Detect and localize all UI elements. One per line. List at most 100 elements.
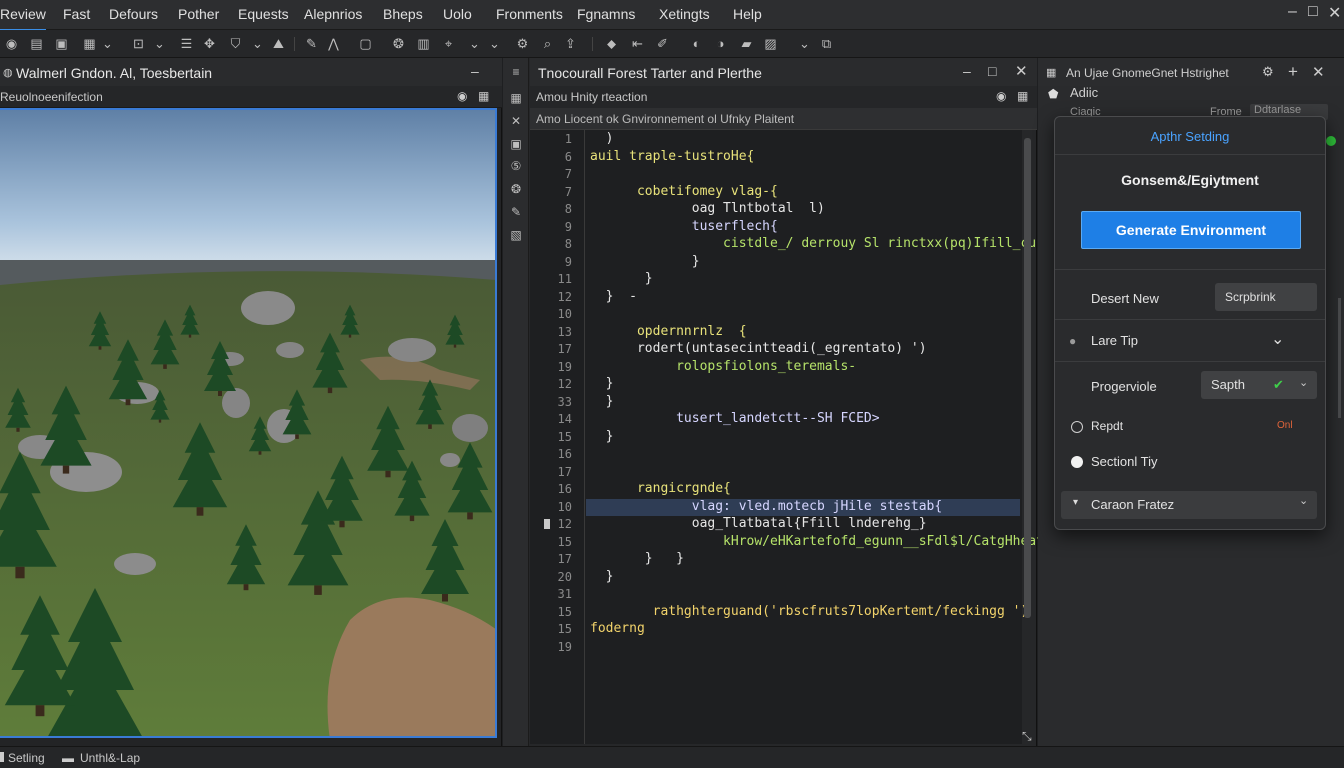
editor-scrollbar[interactable] (1024, 138, 1031, 618)
settings-icon[interactable]: ⚙ (1262, 64, 1274, 80)
transform-icon[interactable]: ✥ (202, 36, 217, 51)
paint-icon[interactable]: ❂ (509, 182, 523, 196)
inspector-field-text: Ddtarlase (1254, 104, 1302, 116)
wand-icon[interactable]: ✐ (655, 36, 670, 51)
section-radio[interactable] (1071, 456, 1083, 468)
tree-icon[interactable]: ⇪ (563, 36, 578, 51)
scene-tab[interactable]: ◍ Walmerl Gndon. Al, Toesbertain – (0, 58, 502, 86)
line-number: 10 (557, 499, 572, 514)
window-icon[interactable]: ▣ (509, 137, 523, 151)
folder-icon[interactable]: ▰ (739, 36, 754, 51)
close-icon[interactable]: ✕ (1015, 62, 1028, 80)
inspector-title: An Ujae GnomeGnet Hstrighet (1066, 66, 1229, 80)
light-icon[interactable]: ◑ (713, 36, 728, 51)
line-number: 8 (564, 237, 572, 251)
number-icon[interactable]: ⑤ (509, 159, 523, 173)
bookmark-icon: ⬟ (1048, 87, 1059, 101)
folder-icon: ▬ (62, 751, 74, 765)
table-icon[interactable]: ▥ (416, 36, 431, 51)
generate-environment-button[interactable]: Generate Environment (1081, 211, 1301, 249)
menu-uolo[interactable]: Uolo (443, 6, 472, 22)
lare-row[interactable]: ● Lare Tip ⌄ (1055, 319, 1325, 361)
mountain-icon[interactable]: ⋀ (326, 36, 341, 51)
progress-value: Sapth (1211, 377, 1245, 392)
shield-icon[interactable]: ⛉ (228, 36, 243, 51)
paint-icon[interactable]: ❂ (391, 36, 406, 51)
maximize-panel-icon[interactable]: □ (988, 63, 996, 79)
grid-icon[interactable]: ▦ (478, 89, 489, 103)
report-row[interactable]: Repdt Onl (1055, 411, 1325, 447)
progress-select[interactable]: Sapth ✔ ⌄ (1201, 371, 1317, 399)
chevron-down-icon[interactable]: ⌄ (797, 36, 812, 51)
add-icon[interactable]: + (1288, 62, 1298, 82)
grid-icon[interactable]: ▦ (82, 36, 97, 51)
chevron-down-icon[interactable]: ⌄ (1271, 329, 1284, 349)
image-icon[interactable]: ▨ (763, 36, 778, 51)
breakpoint-marker[interactable] (544, 519, 550, 529)
step-icon[interactable]: ⇤ (630, 36, 645, 51)
menu-help[interactable]: Help (733, 6, 762, 22)
report-radio[interactable] (1071, 421, 1083, 433)
search-icon[interactable]: ⌕ (540, 36, 555, 51)
gizmo-icon[interactable]: ◉ (457, 89, 467, 103)
chevron-down-icon[interactable]: ⌄ (152, 36, 167, 51)
chevron-down-icon[interactable]: ⌄ (250, 36, 265, 51)
code-line: } (590, 253, 700, 269)
terrain-icon[interactable]: ⛰ (271, 36, 286, 51)
menu-fgnamns[interactable]: Fgnamns (577, 6, 635, 22)
menu-review[interactable]: Review (0, 6, 46, 31)
desert-field[interactable]: Scrpbrink (1215, 283, 1317, 311)
menu-pother[interactable]: Pother (178, 6, 219, 22)
layers-icon[interactable]: ▤ (29, 36, 44, 51)
menu-bheps[interactable]: Bheps (383, 6, 423, 22)
menu-icon[interactable]: ≡ (509, 65, 523, 79)
maximize-icon[interactable]: □ (1308, 3, 1318, 21)
camera-icon[interactable]: ◐ (689, 36, 704, 51)
scene-viewport[interactable] (0, 108, 497, 738)
pointer-icon[interactable]: ⌖ (441, 36, 456, 51)
dialog-title: Apthr Setding (1150, 129, 1230, 144)
play-icon[interactable]: ⬥ (604, 36, 619, 51)
minimize-panel-icon[interactable]: – (963, 63, 971, 79)
menu-defours[interactable]: Defours (109, 6, 158, 22)
record-icon[interactable]: ◉ (4, 36, 19, 51)
menu-fronments[interactable]: Fronments (496, 6, 563, 22)
layers-icon[interactable]: ▧ (509, 228, 523, 242)
menu-xetingts[interactable]: Xetingts (659, 6, 710, 22)
grid-icon[interactable]: ▦ (509, 91, 523, 105)
chevron-down-icon[interactable]: ⌄ (467, 36, 482, 51)
resize-icon[interactable]: ⤡ (1022, 729, 1032, 744)
line-number: 12 (557, 377, 572, 391)
brush-icon[interactable]: ✎ (304, 36, 319, 51)
carbon-dropdown[interactable]: ▾ Caraon Fratez ⌄ (1061, 491, 1317, 519)
menu-alepnrios[interactable]: Alepnrios (304, 6, 362, 22)
minimize-panel-icon[interactable]: – (471, 63, 479, 79)
section-row[interactable]: Sectionl Tiy (1055, 447, 1325, 483)
close-icon[interactable]: ✕ (1328, 3, 1341, 23)
chevron-down-icon[interactable]: ⌄ (100, 36, 115, 51)
inspector-scrollbar[interactable] (1338, 298, 1341, 418)
menu-equests[interactable]: Equests (238, 6, 289, 22)
brush-icon[interactable]: ✎ (509, 205, 523, 219)
grid-icon[interactable]: ▦ (1017, 89, 1028, 103)
line-number: 1 (564, 132, 572, 146)
code-line: cistdle_/ derrouy Sl rinctxx(pq)Ifill_cu… (590, 236, 1060, 251)
status-right[interactable]: Unthl&-Lap (80, 751, 140, 765)
menu-fast[interactable]: Fast (63, 6, 90, 22)
frame-icon[interactable]: ⊡ (131, 36, 146, 51)
status-left[interactable]: Setling (8, 751, 45, 765)
settings-icon[interactable]: ⚙ (515, 36, 530, 51)
copy-icon[interactable]: ⧉ (819, 36, 834, 51)
minimize-icon[interactable]: – (1288, 3, 1297, 21)
box-icon[interactable]: ▢ (358, 36, 373, 51)
code-editor[interactable]: 1 6 7 7 8 9 8 9 11 12 10 13 17 19 12 33 14 15 16 17 16 10 12 15… (530, 130, 1060, 744)
tools-icon[interactable]: ✕ (509, 114, 523, 128)
close-icon[interactable]: ✕ (1312, 63, 1325, 81)
chevron-down-icon[interactable]: ⌄ (487, 36, 502, 51)
save-icon[interactable]: ▣ (54, 36, 69, 51)
code-tab[interactable]: Tnocourall Forest Tarter and Plerthe – □… (530, 58, 1037, 86)
carbon-label: Caraon Fratez (1091, 497, 1175, 512)
gizmo-icon[interactable]: ◉ (996, 89, 1006, 103)
chevron-down-icon: ⌄ (1299, 495, 1309, 507)
list-icon[interactable]: ☰ (179, 36, 194, 51)
